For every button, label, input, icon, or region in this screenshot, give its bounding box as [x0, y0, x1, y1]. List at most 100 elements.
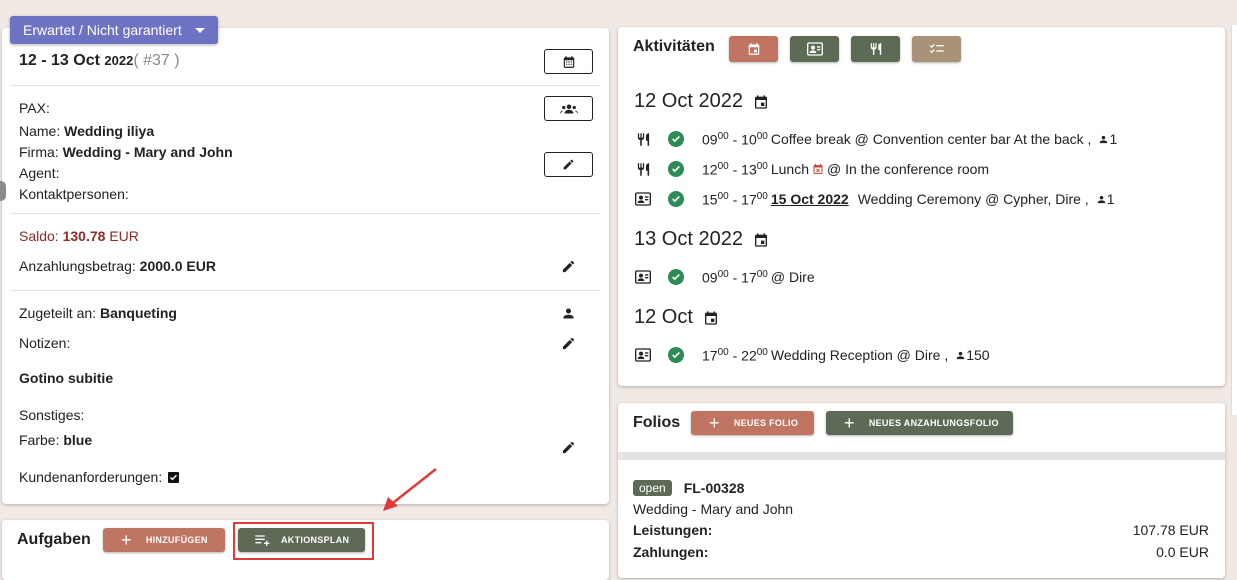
- plus-icon: +: [844, 413, 855, 433]
- contact-card-icon: [806, 42, 823, 56]
- end-hour: 13: [741, 161, 757, 178]
- saldo-row: Saldo: 130.78 EUR: [19, 228, 139, 244]
- booking-year: 2022: [104, 53, 134, 68]
- edit-deposit-pencil-icon[interactable]: [561, 259, 576, 274]
- end-hour: 17: [741, 191, 757, 208]
- farbe-row: Farbe: blue: [19, 432, 92, 448]
- add-calendar-activity-button[interactable]: [729, 36, 778, 62]
- date-group-title: 13 Oct 2022: [634, 228, 743, 250]
- zahlungen-value: 0.0 EUR: [1156, 544, 1209, 560]
- activity-row[interactable]: 1200 - 1300 Lunch @ In the conference ro…: [634, 161, 989, 178]
- start-minute: 00: [717, 269, 729, 280]
- activity-name: Lunch: [770, 161, 810, 178]
- person-icon: [1097, 195, 1105, 203]
- leistungen-label: Leistungen:: [633, 522, 713, 538]
- restaurant-icon: [634, 132, 652, 147]
- pax-label: PAX:: [19, 100, 50, 116]
- saldo-value: 130.78: [62, 228, 106, 244]
- guests-button[interactable]: [544, 96, 593, 121]
- contact-card-icon: [634, 192, 652, 206]
- edit-booking-button[interactable]: [544, 152, 593, 177]
- divider: [11, 290, 600, 291]
- activity-description: Wedding Ceremony @ Cypher, Dire ,: [857, 191, 1089, 208]
- activity-date-link[interactable]: 15 Oct 2022: [771, 191, 849, 207]
- contact-card-icon: [634, 270, 652, 284]
- add-task-activity-button[interactable]: [912, 36, 961, 62]
- action-plan-button[interactable]: AKTIONSPLAN: [238, 528, 365, 552]
- activity-row[interactable]: 0900 - 1700 @ Dire: [634, 269, 815, 286]
- divider: [11, 85, 600, 86]
- start-hour: 15: [702, 191, 718, 208]
- calendar-icon: [754, 94, 767, 109]
- pax-count: 1: [1096, 191, 1115, 207]
- zugeteilt-label: Zugeteilt an:: [19, 305, 97, 321]
- date-group-header: 13 Oct 2022: [634, 228, 769, 251]
- end-minute: 00: [756, 269, 768, 280]
- pax-value: 150: [966, 347, 990, 364]
- annotation-arrow: [383, 468, 437, 511]
- notes-text: Gotino subitie: [19, 370, 114, 386]
- person-icon[interactable]: [561, 306, 576, 321]
- divider: [11, 213, 600, 214]
- start-minute: 00: [717, 347, 729, 358]
- add-contact-activity-button[interactable]: [790, 36, 839, 62]
- new-deposit-folio-button[interactable]: + NEUES ANZAHLUNGSFOLIO: [826, 411, 1013, 435]
- collapse-handle[interactable]: [0, 181, 6, 201]
- action-plan-label: AKTIONSPLAN: [281, 535, 350, 545]
- pencil-icon: [563, 159, 574, 170]
- activity-description: @ In the conference room: [827, 161, 990, 178]
- new-folio-button[interactable]: + NEUES FOLIO: [691, 411, 814, 435]
- plus-icon: +: [709, 413, 720, 433]
- zugeteilt-value: Banqueting: [99, 305, 177, 321]
- end-minute: 00: [756, 347, 768, 358]
- agent-label: Agent:: [19, 165, 60, 181]
- plus-icon: +: [121, 530, 132, 550]
- check-circle-icon: [668, 161, 684, 178]
- end-minute: 00: [756, 191, 768, 202]
- calendar-button[interactable]: [544, 49, 593, 74]
- activity-row[interactable]: 1700 - 2200 Wedding Reception @ Dire , 1…: [634, 347, 990, 364]
- calendar-icon: [754, 232, 767, 247]
- end-hour: 22: [741, 347, 757, 364]
- calendar-icon: [704, 310, 717, 325]
- edit-other-pencil-icon[interactable]: [561, 440, 576, 455]
- folio-separator: [618, 452, 1225, 460]
- name-row: Name: Wedding iliya: [19, 123, 154, 139]
- firma-label: Firma:: [19, 144, 59, 160]
- booking-header: 12 - 13 Oct 2022( #37 ): [19, 52, 180, 70]
- activity-description: Wedding Reception @ Dire ,: [770, 347, 949, 364]
- activity-row[interactable]: 1500 - 1700 15 Oct 2022 Wedding Ceremony…: [634, 191, 1115, 208]
- leistungen-value: 107.78 EUR: [1132, 522, 1209, 538]
- saldo-label: Saldo:: [19, 228, 59, 244]
- person-icon: [1100, 135, 1108, 143]
- pax-count: 150: [955, 347, 990, 364]
- status-badge: open: [633, 480, 672, 496]
- tasks-card: Aufgaben + HINZUFÜGEN AKTIONSPLAN: [2, 520, 609, 580]
- chevron-down-icon: [195, 28, 205, 33]
- activity-row[interactable]: 0900 - 1000 Coffee break @ Convention ce…: [634, 131, 1117, 148]
- add-task-button[interactable]: + HINZUFÜGEN: [103, 528, 225, 552]
- zugeteilt-row: Zugeteilt an: Banqueting: [19, 305, 177, 321]
- person-icon: [957, 351, 965, 359]
- pax-count: 1: [1098, 131, 1117, 147]
- activity-description: Coffee break @ Convention center bar At …: [770, 131, 1092, 148]
- date-range: 12 - 13 Oct: [19, 52, 100, 69]
- kontakt-label: Kontaktpersonen:: [19, 186, 129, 202]
- start-hour: 12: [702, 161, 718, 178]
- anzahlung-value: 2000.0 EUR: [139, 258, 216, 274]
- status-dropdown[interactable]: Erwartet / Nicht garantiert: [10, 16, 218, 44]
- add-restaurant-activity-button[interactable]: [851, 36, 900, 62]
- date-group-header: 12 Oct: [634, 306, 719, 329]
- kunden-row: Kundenanforderungen:: [19, 469, 180, 485]
- start-hour: 09: [702, 131, 718, 148]
- activity-text: 0900 - 1700 @ Dire: [702, 269, 815, 286]
- start-minute: 00: [717, 191, 729, 202]
- activities-card: Aktivitäten 12 Oct 2022 0900 - 1000 Coff…: [618, 27, 1225, 386]
- new-deposit-folio-label: NEUES ANZAHLUNGSFOLIO: [868, 418, 999, 428]
- tasks-title: Aufgaben: [17, 531, 91, 548]
- end-hour: 17: [741, 269, 757, 286]
- name-value: Wedding iliya: [64, 123, 155, 139]
- edit-notes-pencil-icon[interactable]: [561, 336, 576, 351]
- checkbox-checked-icon[interactable]: [168, 471, 180, 483]
- folio-header[interactable]: open FL-00328: [633, 480, 744, 496]
